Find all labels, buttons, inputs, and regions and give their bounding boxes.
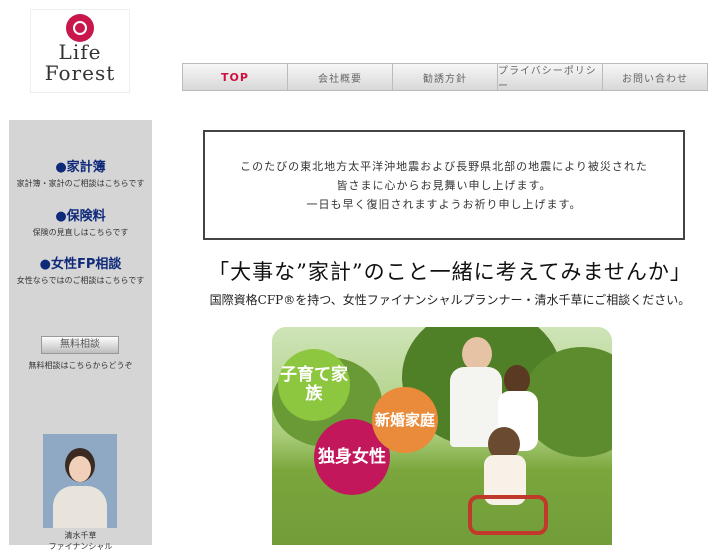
planner-photo bbox=[43, 434, 117, 528]
bubble-family: 子育て家族 bbox=[278, 349, 350, 421]
main-navigation: TOP 会社概要 勧誘方針 プライバシーポリシー お問い合わせ bbox=[182, 63, 708, 92]
notice-line-3: 一日も早く復旧されますようお祈り申し上げます。 bbox=[306, 197, 582, 211]
page-subheadline: 国際資格CFP®を持つ、女性ファイナンシャルプランナー・清水千草にご相談ください… bbox=[209, 293, 691, 307]
earthquake-notice: このたびの東北地方太平洋沖地震および長野県北部の地震により被災された 皆さまに心… bbox=[203, 130, 685, 240]
sidebar: ●家計簿 家計簿・家計のご相談はこちらです ●保険料 保険の見直しはこちらです … bbox=[9, 120, 152, 551]
logo-text-life: Life bbox=[58, 40, 102, 64]
sidebar-item-household[interactable]: ●家計簿 家計簿・家計のご相談はこちらです bbox=[9, 156, 152, 189]
free-consultation-button[interactable]: 無料相談 bbox=[41, 336, 119, 354]
sidebar-item-title[interactable]: ●家計簿 bbox=[9, 156, 152, 175]
nav-top[interactable]: TOP bbox=[183, 64, 288, 90]
notice-line-2: 皆さまに心からお見舞い申し上げます。 bbox=[336, 178, 552, 192]
logo-text-forest: Forest bbox=[44, 61, 116, 85]
sidebar-item-desc: 女性ならではのご相談はこちらです bbox=[16, 276, 145, 285]
family-photo: 子育て家族 独身女性 新婚家庭 bbox=[272, 327, 612, 545]
sidebar-item-insurance[interactable]: ●保険料 保険の見直しはこちらです bbox=[9, 205, 152, 238]
sidebar-item-desc: 保険の見直しはこちらです bbox=[32, 228, 129, 237]
nav-contact[interactable]: お問い合わせ bbox=[603, 64, 707, 90]
free-consultation-desc: 無料相談はこちらからどうぞ bbox=[28, 361, 133, 370]
planner-title: ファイナンシャル bbox=[48, 542, 113, 551]
sidebar-item-title[interactable]: ●保険料 bbox=[9, 205, 152, 224]
page-headline: 「大事な”家計”のこと一緒に考えてみませんか」 bbox=[208, 260, 692, 284]
notice-line-1: このたびの東北地方太平洋沖地震および長野県北部の地震により被災された bbox=[240, 159, 648, 173]
sidebar-item-title[interactable]: ●女性FP相談 bbox=[9, 253, 152, 272]
nav-company[interactable]: 会社概要 bbox=[288, 64, 393, 90]
logo[interactable]: Life Forest bbox=[30, 9, 130, 93]
bubble-newlyweds: 新婚家庭 bbox=[372, 387, 438, 453]
sidebar-item-women-fp[interactable]: ●女性FP相談 女性ならではのご相談はこちらです bbox=[9, 253, 152, 286]
nav-solicitation-policy[interactable]: 勧誘方針 bbox=[393, 64, 498, 90]
sidebar-item-desc: 家計簿・家計のご相談はこちらです bbox=[16, 179, 145, 188]
hero-image: 子育て家族 独身女性 新婚家庭 bbox=[258, 313, 628, 545]
planner-name: 清水千草 bbox=[64, 531, 97, 540]
nav-privacy-policy[interactable]: プライバシーポリシー bbox=[498, 64, 603, 92]
logo-mark-icon bbox=[66, 14, 94, 42]
